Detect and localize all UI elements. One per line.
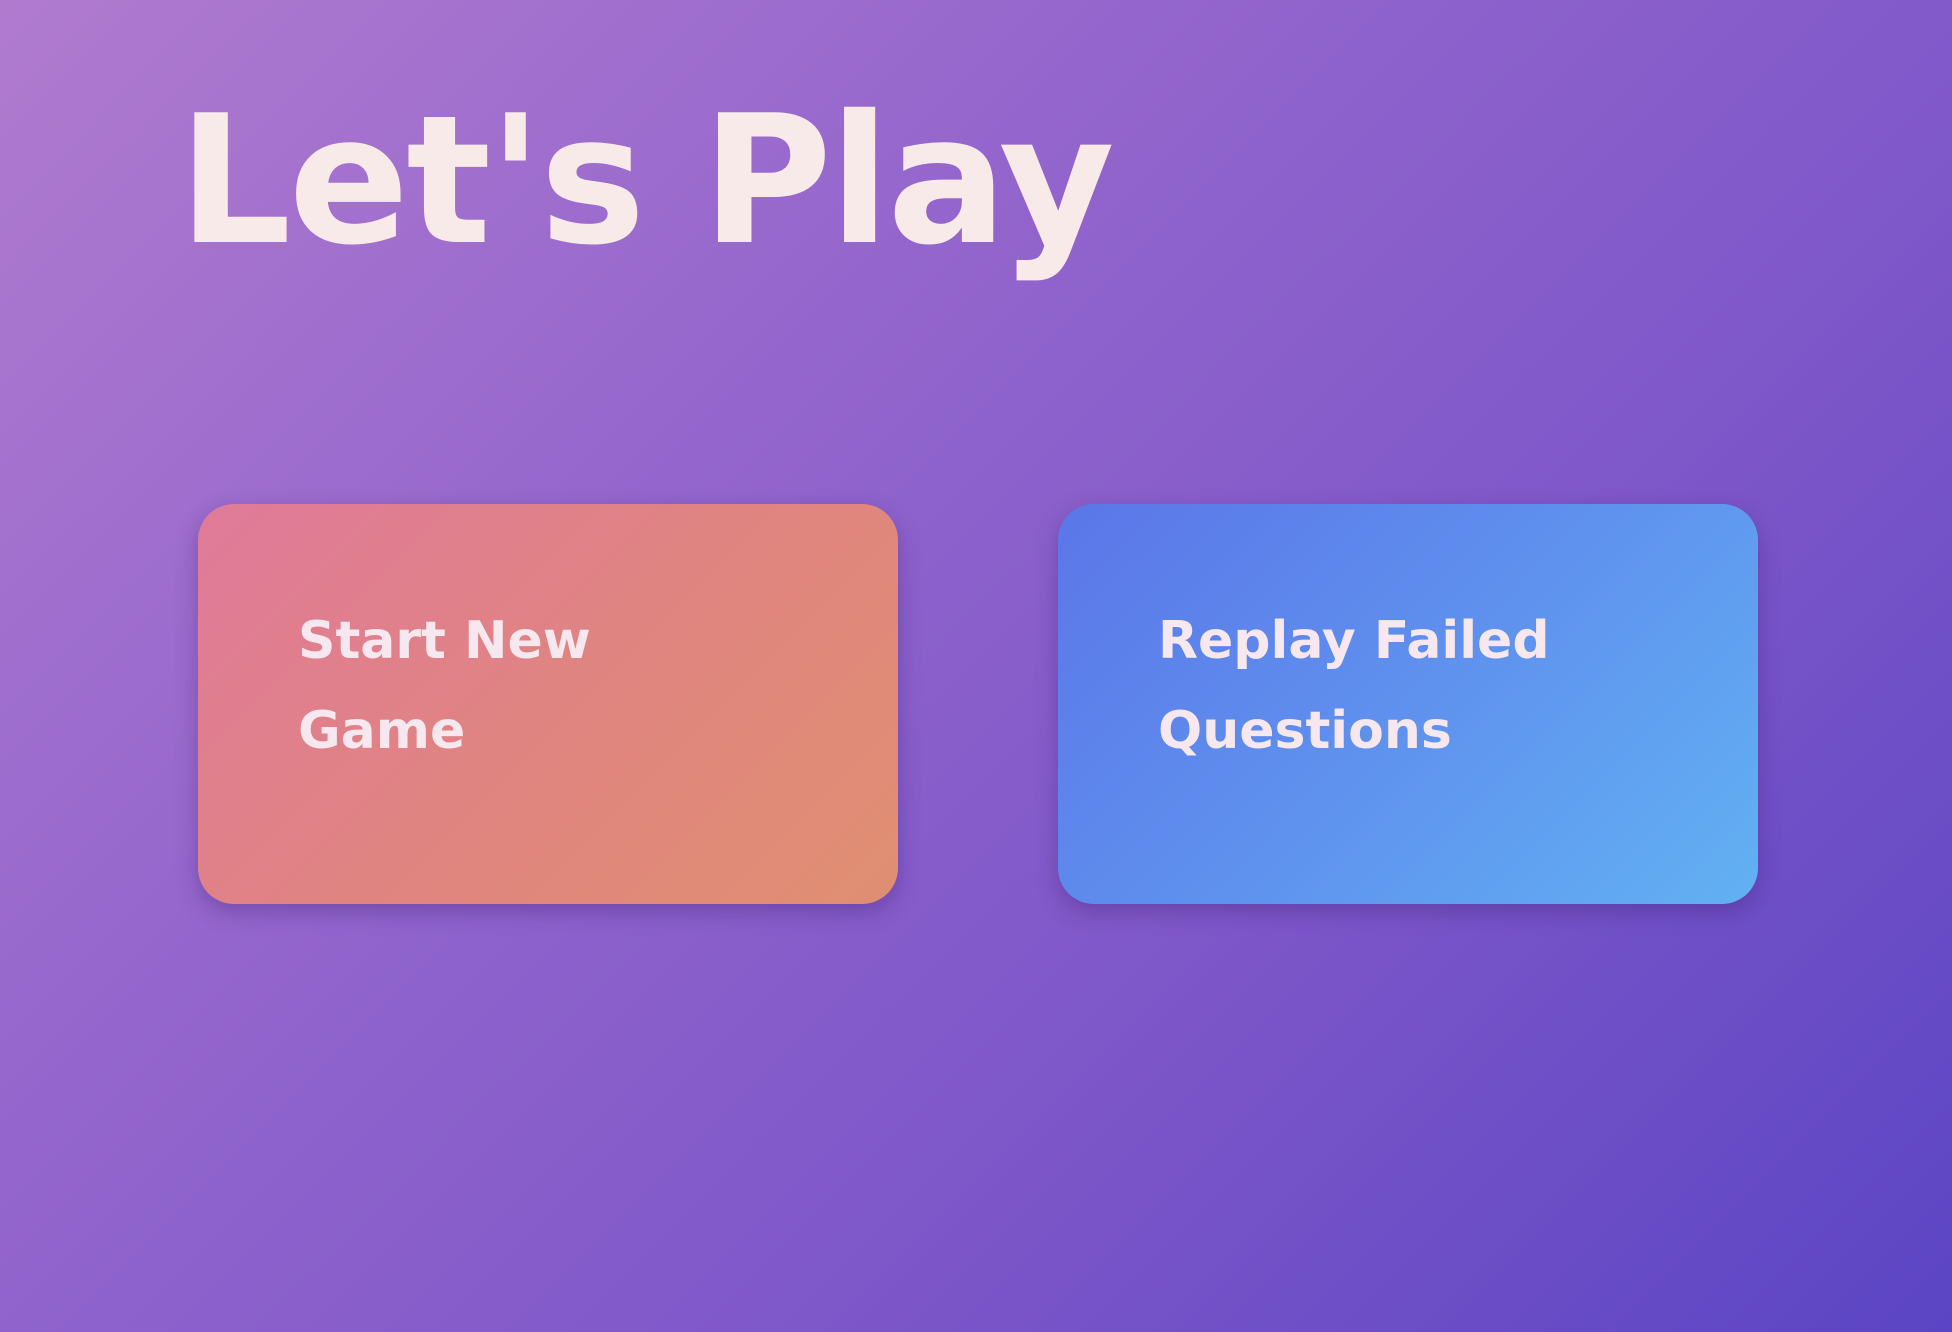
replay-failed-questions-label: Replay Failed Questions	[1158, 611, 1550, 761]
start-new-game-button[interactable]: Start New Game	[198, 504, 898, 904]
page-title: Let's Play	[178, 77, 1115, 284]
start-new-game-label: Start New Game	[298, 611, 591, 761]
replay-failed-questions-button[interactable]: Replay Failed Questions	[1058, 504, 1758, 904]
